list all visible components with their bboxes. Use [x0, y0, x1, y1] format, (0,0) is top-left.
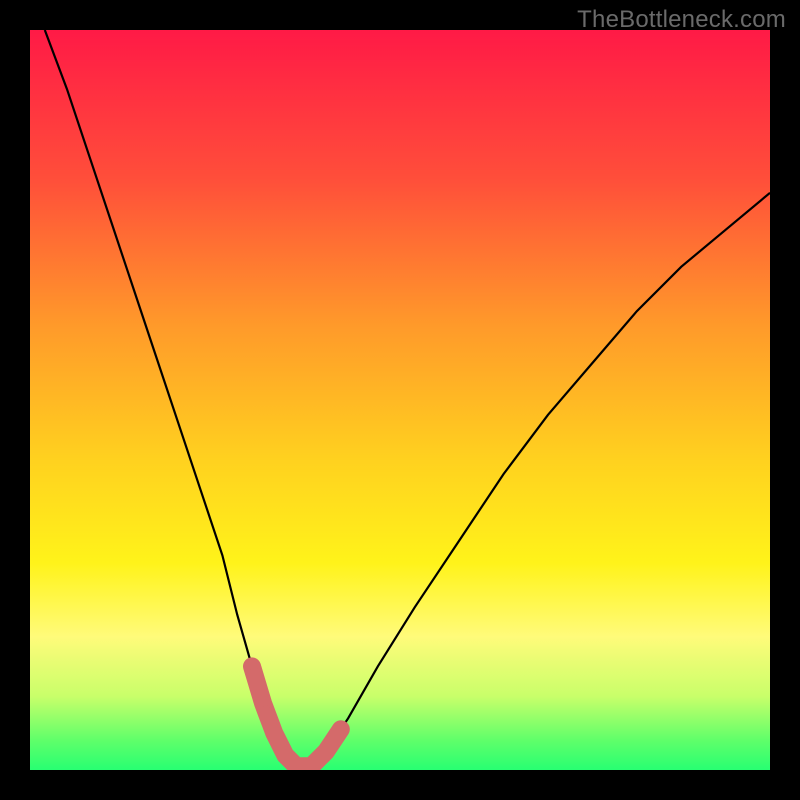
gradient-background	[30, 30, 770, 770]
watermark-text: TheBottleneck.com	[577, 6, 786, 34]
bottleneck-chart	[30, 30, 770, 770]
highlight-dot-2	[262, 705, 270, 713]
chart-frame: TheBottleneck.com	[0, 0, 800, 800]
highlight-dot-1	[249, 660, 259, 670]
plot-area	[30, 30, 770, 770]
